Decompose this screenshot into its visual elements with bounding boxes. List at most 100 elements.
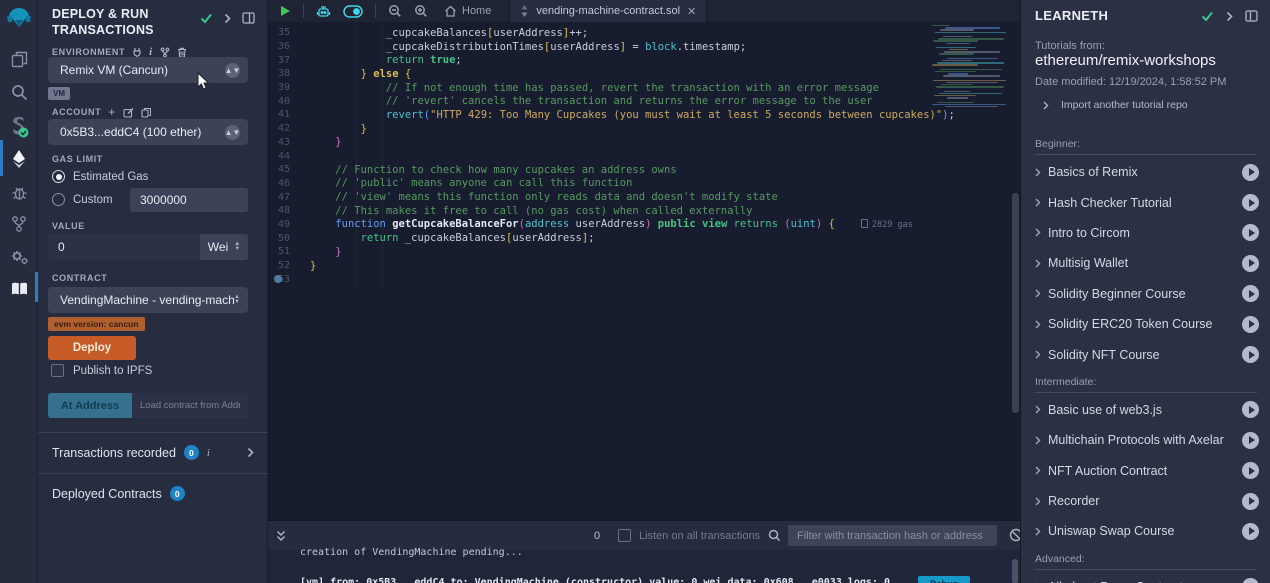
line-number[interactable]: 50 [268, 233, 310, 244]
line-number[interactable]: 51 [268, 246, 310, 257]
tutorial-chevron-icon[interactable] [1035, 497, 1041, 506]
line-number[interactable]: 46 [268, 178, 310, 189]
at-address-input[interactable] [132, 393, 248, 418]
publish-ipfs-checkbox[interactable] [51, 364, 64, 377]
tab-vending-machine-contract[interactable]: vending-machine-contract.sol ✕ [509, 0, 707, 22]
tutorial-play-button[interactable] [1242, 224, 1259, 241]
copy-account-icon[interactable] [141, 107, 151, 118]
listen-checkbox[interactable] [618, 529, 631, 542]
tutorial-chevron-icon[interactable] [1035, 350, 1041, 359]
zoom-in-icon[interactable] [408, 0, 434, 22]
search-icon[interactable] [0, 75, 38, 109]
tutorial-play-button[interactable] [1242, 523, 1259, 540]
minimap[interactable] [928, 25, 1016, 111]
deploy-button[interactable]: Deploy [48, 336, 136, 360]
import-tutorial-repo[interactable]: Import another tutorial repo [1043, 99, 1188, 111]
transactions-recorded-row[interactable]: Transactions recorded 0 i [38, 432, 268, 472]
value-input[interactable] [48, 234, 200, 260]
line-number[interactable]: 42 [268, 123, 310, 134]
line-number[interactable]: 52 [268, 260, 310, 271]
line-number[interactable]: 37 [268, 55, 310, 66]
ai-assistant-icon[interactable] [310, 0, 337, 22]
line-number[interactable]: 43 [268, 137, 310, 148]
tutorial-play-button[interactable] [1242, 401, 1259, 418]
tutorial-chevron-icon[interactable] [1035, 228, 1041, 237]
tutorial-play-button[interactable] [1242, 578, 1259, 583]
line-number[interactable]: 44 [268, 151, 310, 162]
tutorial-chevron-icon[interactable] [1035, 198, 1041, 207]
transactions-info-icon[interactable]: i [207, 447, 210, 459]
line-number[interactable]: 41 [268, 109, 310, 120]
tutorial-item[interactable]: All about Proxy Contracts [1021, 572, 1270, 583]
terminal-scrollbar[interactable] [1012, 559, 1018, 583]
run-script-icon[interactable] [268, 0, 297, 22]
tutorial-play-button[interactable] [1242, 346, 1259, 363]
debug-button[interactable]: Debug [918, 576, 970, 583]
expand-terminal-icon[interactable] [268, 525, 292, 547]
custom-gas-radio[interactable]: Custom [52, 193, 113, 206]
tutorial-play-button[interactable] [1242, 493, 1259, 510]
tutorial-chevron-icon[interactable] [1035, 289, 1041, 298]
tutorial-item[interactable]: Uniswap Swap Course [1021, 516, 1270, 546]
panel-pin-icon[interactable] [242, 12, 255, 24]
line-number[interactable]: 35 [268, 27, 310, 38]
add-account-icon[interactable]: + [108, 105, 116, 119]
transaction-filter-input[interactable] [788, 525, 997, 546]
listen-all-transactions[interactable]: Listen on all transactions [618, 529, 760, 542]
line-number[interactable]: 45 [268, 164, 310, 175]
tutorial-play-button[interactable] [1242, 316, 1259, 333]
tutorial-chevron-icon[interactable] [1035, 436, 1041, 445]
line-number[interactable]: 47 [268, 192, 310, 203]
tutorial-item[interactable]: Hash Checker Tutorial [1021, 187, 1270, 217]
tutorial-play-button[interactable] [1242, 462, 1259, 479]
learneth-book-icon[interactable] [0, 272, 38, 306]
remix-logo-icon[interactable] [0, 2, 38, 36]
radio-unselected-icon[interactable] [52, 193, 65, 206]
tutorial-chevron-icon[interactable] [1035, 168, 1041, 177]
tutorial-play-button[interactable] [1242, 285, 1259, 302]
tab-close-icon[interactable]: ✕ [687, 5, 696, 18]
account-select[interactable]: 0x5B3...eddC4 (100 ether) ▲▼ [48, 119, 248, 145]
learneth-pin-icon[interactable] [1245, 10, 1258, 22]
at-address-button[interactable]: At Address [48, 393, 132, 418]
edit-account-icon[interactable] [123, 107, 134, 118]
tutorial-chevron-icon[interactable] [1035, 405, 1041, 414]
tutorial-item[interactable]: NFT Auction Contract [1021, 456, 1270, 486]
solidity-compiler-icon[interactable] [0, 110, 38, 144]
fork-icon[interactable] [160, 47, 170, 58]
publish-ipfs-row[interactable]: Publish to IPFS [51, 364, 152, 377]
tutorial-item[interactable]: Multichain Protocols with Axelar [1021, 425, 1270, 455]
line-number[interactable]: 49 [268, 219, 310, 230]
tutorial-play-button[interactable] [1242, 164, 1259, 181]
value-unit-select[interactable]: Wei ▲▼ [200, 234, 248, 260]
tutorial-play-button[interactable] [1242, 255, 1259, 272]
terminal-search-icon[interactable] [768, 529, 781, 542]
line-number[interactable]: 48 [268, 205, 310, 216]
tutorial-play-button[interactable] [1242, 432, 1259, 449]
tutorial-item[interactable]: Recorder [1021, 486, 1270, 516]
deploy-run-icon-active[interactable] [0, 142, 38, 176]
tutorial-item[interactable]: Basics of Remix [1021, 157, 1270, 187]
editor-vertical-scrollbar[interactable] [1012, 193, 1019, 413]
tutorial-play-button[interactable] [1242, 194, 1259, 211]
transactions-chevron-icon[interactable] [247, 447, 254, 458]
line-number[interactable]: 40 [268, 96, 310, 107]
panel-expand-chevron-icon[interactable] [224, 13, 231, 24]
tutorial-item[interactable]: Solidity ERC20 Token Course [1021, 309, 1270, 339]
tutorial-item[interactable]: Intro to Circom [1021, 218, 1270, 248]
radio-selected-icon[interactable] [52, 170, 65, 183]
copilot-toggle-icon[interactable] [337, 0, 369, 22]
file-explorer-icon[interactable] [0, 42, 38, 76]
plug-icon[interactable] [132, 47, 142, 58]
environment-select[interactable]: Remix VM (Cancun) ▲▼ [48, 57, 248, 83]
tutorial-item[interactable]: Solidity NFT Course [1021, 339, 1270, 369]
tutorial-chevron-icon[interactable] [1035, 320, 1041, 329]
custom-gas-input[interactable] [130, 188, 248, 212]
deployed-contracts-row[interactable]: Deployed Contracts 0 [38, 473, 268, 513]
tutorial-chevron-icon[interactable] [1035, 259, 1041, 268]
line-number[interactable]: 38 [268, 68, 310, 79]
contract-select[interactable]: VendingMachine - vending-machin ▲▼ [48, 287, 248, 313]
tutorial-item[interactable]: Solidity Beginner Course [1021, 279, 1270, 309]
plugin-manager-icon[interactable] [0, 240, 38, 274]
tutorial-chevron-icon[interactable] [1035, 527, 1041, 536]
